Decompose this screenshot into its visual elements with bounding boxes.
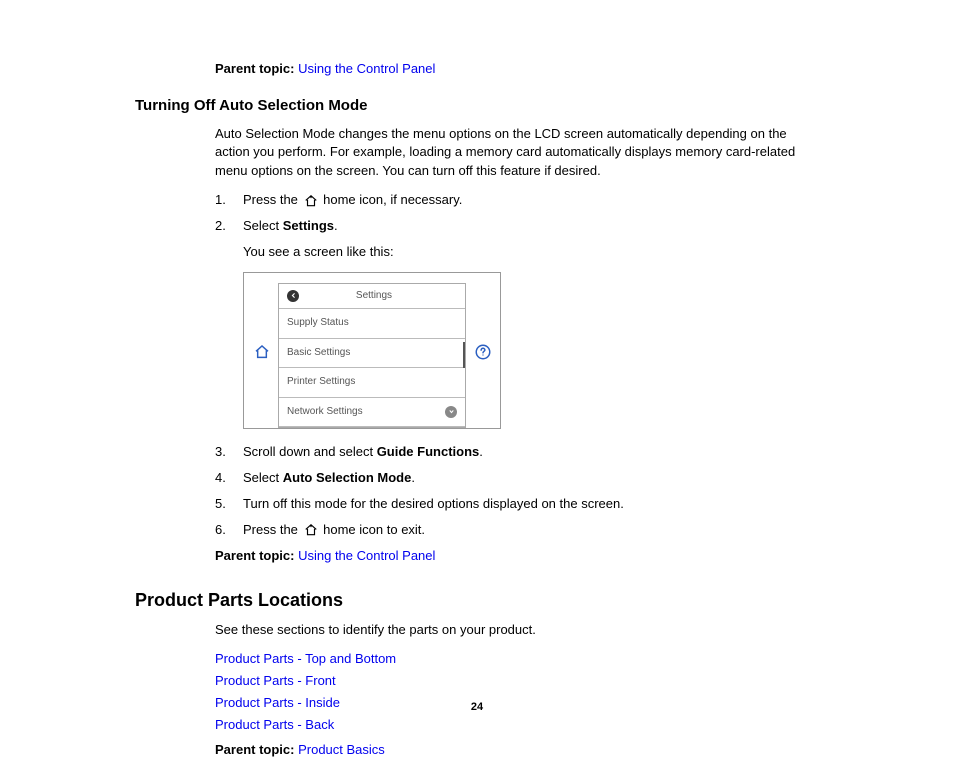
section1-intro: Auto Selection Mode changes the menu opt… xyxy=(215,125,824,182)
step3-prefix: Scroll down and select xyxy=(243,444,377,459)
screenshot-row-3: Network Settings xyxy=(279,398,465,428)
step4-bold: Auto Selection Mode xyxy=(283,470,412,485)
section2-links: Product Parts - Top and Bottom Product P… xyxy=(215,650,824,734)
back-icon xyxy=(287,290,299,302)
parent-topic-link-1[interactable]: Using the Control Panel xyxy=(298,61,435,76)
step3-bold: Guide Functions xyxy=(377,444,480,459)
step1-prefix: Press the xyxy=(243,192,302,207)
parent-topic-bottom: Parent topic: Product Basics xyxy=(215,741,824,760)
parent-topic-label: Parent topic: xyxy=(215,61,294,76)
step1-suffix: home icon, if necessary. xyxy=(320,192,463,207)
screenshot-row-2: Printer Settings xyxy=(279,368,465,398)
home-icon xyxy=(304,194,318,208)
step-1: Press the home icon, if necessary. xyxy=(215,191,824,210)
step-6: Press the home icon to exit. xyxy=(215,521,824,540)
link-front[interactable]: Product Parts - Front xyxy=(215,672,824,691)
down-icon xyxy=(445,406,457,418)
section2-intro: See these sections to identify the parts… xyxy=(215,621,824,640)
step-2: Select Settings. xyxy=(215,217,824,236)
section1-heading: Turning Off Auto Selection Mode xyxy=(135,95,824,117)
step2-suffix: . xyxy=(334,218,338,233)
settings-screenshot: Settings Supply Status Basic Settings Pr… xyxy=(243,272,501,430)
step6-prefix: Press the xyxy=(243,522,302,537)
help-icon xyxy=(474,343,490,367)
steps-list-1: Press the home icon, if necessary. Selec… xyxy=(215,191,824,236)
step2-prefix: Select xyxy=(243,218,283,233)
link-back[interactable]: Product Parts - Back xyxy=(215,716,824,735)
step-5: Turn off this mode for the desired optio… xyxy=(215,495,824,514)
step6-suffix: home icon to exit. xyxy=(320,522,426,537)
parent-topic-top: Parent topic: Using the Control Panel xyxy=(215,60,824,79)
parent-topic-link-2[interactable]: Using the Control Panel xyxy=(298,548,435,563)
screenshot-header: Settings xyxy=(279,284,465,310)
page-number: 24 xyxy=(471,700,483,716)
parent-topic-link-3[interactable]: Product Basics xyxy=(298,742,385,757)
screenshot-row-1: Basic Settings xyxy=(279,339,465,369)
step2-note: You see a screen like this: xyxy=(243,243,824,262)
screenshot-row-3-label: Network Settings xyxy=(287,405,363,420)
screenshot-home-icon xyxy=(254,344,270,366)
section2-heading: Product Parts Locations xyxy=(135,587,824,613)
steps-list-2: Scroll down and select Guide Functions. … xyxy=(215,443,824,539)
link-top-bottom[interactable]: Product Parts - Top and Bottom xyxy=(215,650,824,669)
step4-suffix: . xyxy=(411,470,415,485)
screenshot-title: Settings xyxy=(305,289,443,304)
screenshot-row-0: Supply Status xyxy=(279,309,465,339)
scroll-indicator xyxy=(463,342,465,368)
step4-prefix: Select xyxy=(243,470,283,485)
step2-bold: Settings xyxy=(283,218,334,233)
parent-topic-label: Parent topic: xyxy=(215,548,294,563)
link-inside[interactable]: Product Parts - Inside xyxy=(215,694,824,713)
step-4: Select Auto Selection Mode. xyxy=(215,469,824,488)
step-3: Scroll down and select Guide Functions. xyxy=(215,443,824,462)
step3-suffix: . xyxy=(479,444,483,459)
screenshot-panel: Settings Supply Status Basic Settings Pr… xyxy=(278,283,466,429)
home-icon xyxy=(304,523,318,537)
parent-topic-label: Parent topic: xyxy=(215,742,294,757)
parent-topic-mid: Parent topic: Using the Control Panel xyxy=(215,547,824,566)
